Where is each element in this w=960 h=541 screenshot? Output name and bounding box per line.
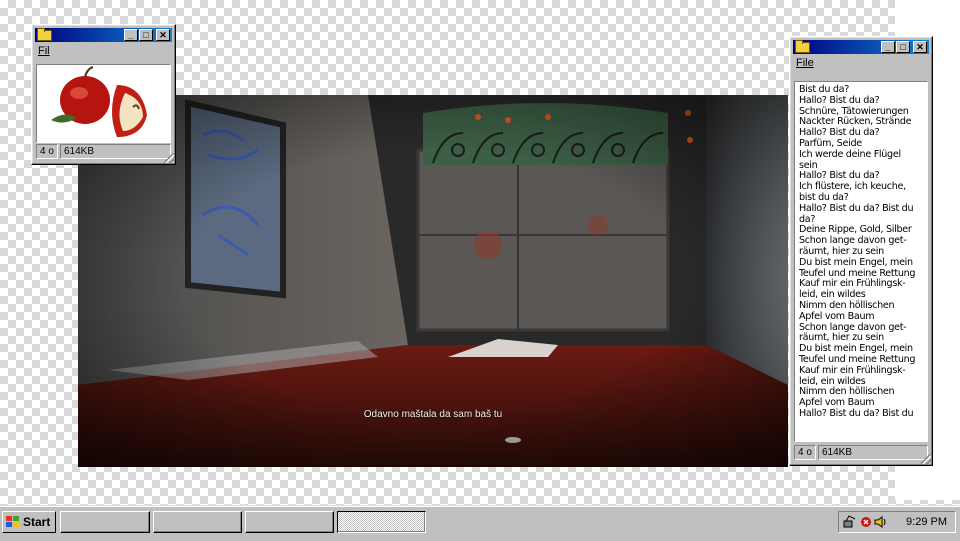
lyric-line: Hallo? Bist du da?: [799, 94, 880, 106]
status-size: 614KB: [818, 445, 928, 460]
text-viewer-window[interactable]: _ □ ✕ File Bist du da? Hallo? Bist du da?…: [789, 36, 933, 466]
taskbar-button-3[interactable]: [245, 511, 334, 533]
taskbar-button-1[interactable]: [60, 511, 150, 533]
minimize-button[interactable]: _: [881, 41, 895, 53]
network-icon[interactable]: [843, 515, 857, 529]
lyrics-text: Bist du da? Hallo? Bist du da? Schnüre, Tä…: [795, 82, 927, 423]
lyric-line: Hallo? Bist du da? Bist du: [799, 202, 914, 214]
window-titlebar[interactable]: _ □ ✕: [35, 28, 172, 42]
folder-icon: [37, 28, 52, 41]
resize-grip[interactable]: [921, 454, 931, 464]
resize-grip[interactable]: [164, 153, 174, 163]
volume-icon[interactable]: [873, 515, 887, 529]
maximize-button[interactable]: □: [139, 29, 153, 41]
lyric-line: Du bist mein Engel, mein: [799, 256, 913, 268]
taskbar-button-active[interactable]: [337, 511, 426, 533]
system-tray: 9:29 PM: [838, 511, 956, 533]
lyric-line: Apfel vom Baum: [799, 310, 875, 322]
video-frame: Odavno maštala da sam baš tu: [78, 95, 788, 467]
status-bar: 4 o 614KB: [794, 445, 928, 460]
status-size: 614KB: [60, 144, 171, 159]
start-label: Start: [23, 515, 51, 529]
clock: 9:29 PM: [906, 516, 947, 528]
close-button[interactable]: ✕: [156, 29, 170, 41]
status-count: 4 o: [36, 144, 58, 159]
image-content: [36, 64, 171, 143]
window-titlebar[interactable]: _ □ ✕: [793, 40, 929, 54]
folder-icon: [795, 40, 810, 53]
lyric-line: Hallo? Bist du da? Bist du: [799, 407, 914, 419]
video-subtitle: Odavno maštala da sam baš tu: [363, 409, 503, 420]
windows-logo-icon: [6, 516, 20, 528]
taskbar: Start 9:29 PM: [0, 505, 960, 541]
image-viewer-window[interactable]: _ □ ✕ Fil 4 o 614KB: [31, 24, 176, 165]
lyric-line: Ich werde deine Flügel: [799, 148, 901, 160]
text-content: Bist du da? Hallo? Bist du da? Schnüre, Tä…: [794, 81, 928, 442]
error-icon[interactable]: [859, 515, 873, 529]
menu-file[interactable]: Fil: [38, 45, 50, 57]
status-count: 4 o: [794, 445, 816, 460]
menu-file[interactable]: File: [796, 57, 814, 69]
taskbar-button-2[interactable]: [153, 511, 242, 533]
start-button[interactable]: Start: [2, 511, 56, 533]
status-bar: 4 o 614KB: [36, 144, 171, 159]
minimize-button[interactable]: _: [124, 29, 138, 41]
lyric-line: Kauf mir ein Frühlingsk-: [799, 364, 906, 376]
maximize-button[interactable]: □: [896, 41, 910, 53]
apples-image: [51, 66, 147, 137]
close-button[interactable]: ✕: [913, 41, 927, 53]
